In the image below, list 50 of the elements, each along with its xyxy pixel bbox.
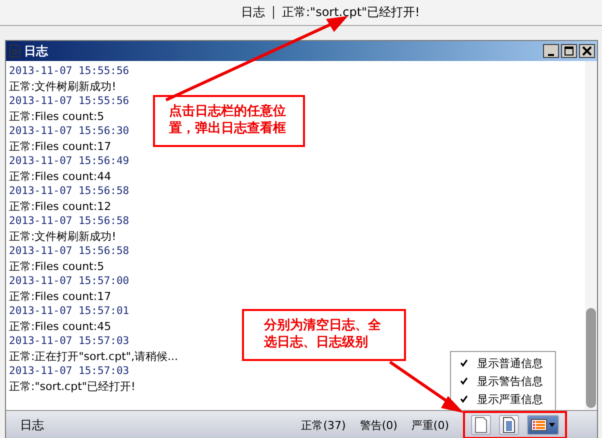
log-timestamp: 2013-11-07 15:55:56: [9, 64, 130, 79]
log-message: 正常:Files count:45: [9, 319, 112, 334]
log-message: 正常:Files count:5: [9, 259, 104, 274]
log-message: 正常:正在打开"sort.cpt",请稍候...: [9, 349, 178, 364]
list-icon: [531, 419, 547, 431]
status-message[interactable]: 正常:"sort.cpt"已经打开!: [282, 4, 420, 21]
close-button[interactable]: [579, 44, 595, 58]
log-timestamp: 2013-11-07 15:57:03: [9, 334, 130, 349]
caret-icon: [549, 423, 555, 427]
log-timestamp: 2013-11-07 15:57:03: [9, 364, 130, 379]
callout-note: 点击日志栏的任意位置，弹出日志查看框: [153, 95, 305, 147]
window-title: 日志: [24, 42, 50, 60]
log-timestamp: 2013-11-07 15:56:30: [9, 124, 130, 139]
select-all-button[interactable]: [499, 415, 519, 435]
minimize-button[interactable]: [543, 44, 559, 58]
log-timestamp: 2013-11-07 15:56:58: [9, 244, 130, 259]
log-message: 正常:文件树刷新成功!: [9, 79, 116, 94]
log-timestamp: 2013-11-07 15:57:01: [9, 304, 130, 319]
log-label[interactable]: 日志: [241, 4, 265, 21]
menu-item[interactable]: 显示严重信息: [451, 390, 555, 408]
menu-item[interactable]: 显示普通信息: [451, 354, 555, 372]
log-level-button[interactable]: [527, 415, 559, 435]
log-message: 正常:文件树刷新成功!: [9, 229, 116, 244]
log-message: 正常:Files count:5: [9, 109, 104, 124]
log-timestamp: 2013-11-07 15:56:58: [9, 214, 130, 229]
status-label: 日志: [20, 416, 44, 434]
log-message: 正常:Files count:17: [9, 139, 112, 154]
minimize-icon: [548, 54, 554, 56]
scroll-thumb[interactable]: [586, 308, 596, 408]
log-message: 正常:"sort.cpt"已经打开!: [9, 379, 136, 394]
maximize-button[interactable]: [561, 44, 577, 58]
menu-item[interactable]: 显示警告信息: [451, 372, 555, 390]
blank-page-icon: [475, 417, 487, 433]
level-count: 严重(0): [411, 418, 449, 432]
scrollbar[interactable]: [585, 61, 597, 410]
log-timestamp: 2013-11-07 15:57:00: [9, 274, 130, 289]
text-page-icon: [503, 417, 515, 433]
level-count: 正常(37): [301, 418, 346, 432]
close-icon: [582, 46, 592, 56]
maximize-icon: [564, 46, 574, 56]
log-timestamp: 2013-11-07 15:56:49: [9, 154, 130, 169]
callout-note: 分别为清空日志、全选日志、日志级别: [242, 309, 406, 361]
log-timestamp: 2013-11-07 15:55:56: [9, 94, 130, 109]
log-message: 正常:Files count:12: [9, 199, 112, 214]
document-icon: [9, 44, 21, 58]
clear-log-button[interactable]: [471, 415, 491, 435]
level-count: 警告(0): [360, 418, 398, 432]
log-message: 正常:Files count:44: [9, 169, 112, 184]
log-message: 正常:Files count:17: [9, 289, 112, 304]
log-timestamp: 2013-11-07 15:56:58: [9, 184, 130, 199]
